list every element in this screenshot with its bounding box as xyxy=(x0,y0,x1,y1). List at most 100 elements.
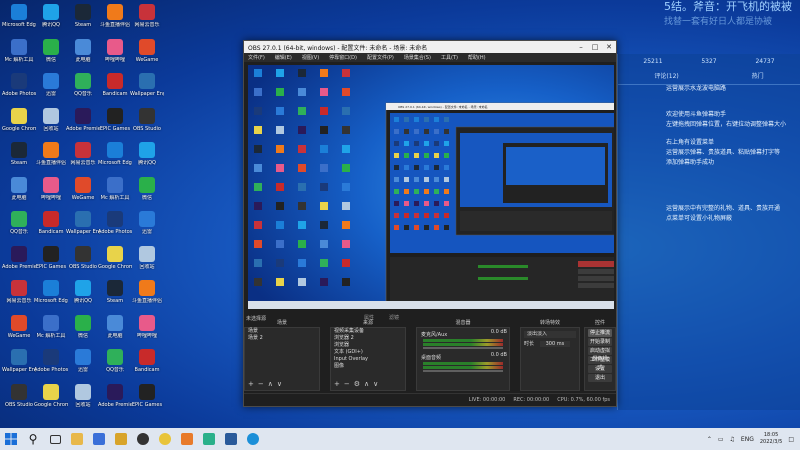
desktop-icon[interactable]: Wallpaper Engine xyxy=(130,73,164,107)
desktop-icon[interactable]: Wallpaper Engine xyxy=(2,349,36,383)
desktop-icon[interactable]: 腾讯QQ xyxy=(130,142,164,176)
desktop-icon[interactable]: 哔哩哔哩 xyxy=(98,38,132,73)
desktop-icon[interactable]: OBS Studio xyxy=(130,107,164,142)
app-icon[interactable] xyxy=(198,428,220,450)
desktop-icon[interactable]: Steam xyxy=(66,4,100,38)
desktop-icon[interactable]: 斗鱼直播伴侣 xyxy=(98,4,132,38)
exit-button[interactable]: 退出 xyxy=(588,374,612,382)
menu-view[interactable]: 视图(V) xyxy=(302,54,319,61)
start-button[interactable] xyxy=(0,428,22,450)
obs-window[interactable]: OBS 27.0.1 (64-bit, windows) - 配置文件: 未命名… xyxy=(243,40,617,407)
desktop-icon[interactable]: EPIC Games xyxy=(98,107,132,142)
studio-mode-button[interactable]: 工作室模式 xyxy=(588,356,612,371)
desktop-icon[interactable]: 此电脑 xyxy=(2,176,36,211)
desktop-icon[interactable]: 微信 xyxy=(34,38,68,73)
desktop-icon[interactable]: Bandicam xyxy=(98,73,132,107)
scene-item[interactable]: 场景 2 xyxy=(245,335,319,342)
menu-tools[interactable]: 工具(T) xyxy=(441,54,458,61)
desktop-icon[interactable]: EPIC Games xyxy=(34,245,68,280)
source-item[interactable]: 浏览器 2 xyxy=(331,335,405,342)
desktop-icon[interactable]: Microsoft Edge xyxy=(98,142,132,176)
menu-edit[interactable]: 编辑(E) xyxy=(275,54,292,61)
desktop-icon[interactable]: 腾讯QQ xyxy=(34,4,68,38)
menu-scene-collection[interactable]: 场景集合(S) xyxy=(404,54,431,61)
desktop-icon[interactable]: QQ音乐 xyxy=(98,349,132,383)
desktop-icon[interactable]: 回收站 xyxy=(66,383,100,418)
desktop-icon[interactable]: 微信 xyxy=(130,176,164,211)
desktop-icon[interactable]: 迅雷 xyxy=(130,211,164,245)
scene-item[interactable]: 场景 xyxy=(245,328,319,335)
desktop-icon[interactable]: OBS Studio xyxy=(66,245,100,280)
desktop-icon[interactable]: Adobe Photoshop xyxy=(98,211,132,245)
source-tools[interactable]: +−⚙∧∨ xyxy=(334,380,382,388)
app-icon[interactable] xyxy=(88,428,110,450)
transition-select[interactable]: 淡出淡入 xyxy=(524,331,576,338)
desktop-icon[interactable]: Steam xyxy=(98,280,132,314)
desktop-icon[interactable]: Microsoft Edge xyxy=(2,4,36,38)
language-indicator[interactable]: ENG xyxy=(741,436,754,443)
source-item[interactable]: 文本 (GDI+) xyxy=(331,349,405,356)
desktop-icon[interactable]: OBS Studio xyxy=(2,383,36,418)
desktop-icon[interactable]: 网易云音乐 xyxy=(66,142,100,176)
file-explorer-icon[interactable] xyxy=(66,428,88,450)
desktop-icon[interactable]: Google Chrome xyxy=(98,245,132,280)
desktop-icon[interactable]: EPIC Games xyxy=(130,383,164,418)
menu-docks[interactable]: 停靠窗口(D) xyxy=(329,54,357,61)
source-item[interactable]: 视频采集设备 xyxy=(331,328,405,335)
close-button[interactable]: ✕ xyxy=(602,43,616,51)
app-icon[interactable] xyxy=(220,428,242,450)
obs-titlebar[interactable]: OBS 27.0.1 (64-bit, windows) - 配置文件: 未命名… xyxy=(244,41,616,53)
desktop-icon[interactable]: QQ音乐 xyxy=(66,73,100,107)
desktop-icon[interactable]: Google Chrome xyxy=(34,383,68,418)
source-item[interactable]: Input Overlay xyxy=(331,356,405,363)
start-recording-button[interactable]: 开始录制 xyxy=(588,338,612,346)
desktop-icon[interactable]: 斗鱼直播伴侣 xyxy=(34,142,68,176)
desktop-icon[interactable]: Microsoft Edge xyxy=(34,280,68,314)
clock[interactable]: 18:05 2022/3/5 xyxy=(760,432,782,446)
volume-icon[interactable]: ♫ xyxy=(730,436,735,443)
desktop-icon[interactable]: Mc 解析工具 xyxy=(98,176,132,211)
obs-taskbar-icon[interactable] xyxy=(132,428,154,450)
desktop-icon[interactable]: QQ音乐 xyxy=(2,211,36,245)
desktop-icon[interactable]: 此电脑 xyxy=(66,38,100,73)
desktop-icon[interactable]: Adobe Premiere xyxy=(2,245,36,280)
obs-preview[interactable]: OBS 27.0.1 (64-bit, windows) - 配置文件: 未命名… xyxy=(248,65,614,309)
desktop-icon[interactable]: WeGame xyxy=(2,314,36,349)
stop-streaming-button[interactable]: 停止推流 xyxy=(588,329,612,337)
desktop-icon[interactable]: Mc 解析工具 xyxy=(34,314,68,349)
desktop-icon[interactable]: 哔哩哔哩 xyxy=(130,314,164,349)
notification-icon[interactable]: □ xyxy=(788,436,794,443)
chevron-up-icon[interactable]: ⌃ xyxy=(707,436,712,443)
desktop-icon[interactable]: 迅雷 xyxy=(66,349,100,383)
search-icon[interactable]: ⚲ xyxy=(22,428,44,450)
desktop-icon[interactable]: 回收站 xyxy=(130,245,164,280)
desktop-icon[interactable]: WeGame xyxy=(66,176,100,211)
desktop-icon[interactable]: Adobe Photoshop xyxy=(2,73,36,107)
desktop-icon[interactable]: 斗鱼直播伴侣 xyxy=(130,280,164,314)
settings-button[interactable]: 设置 xyxy=(588,365,612,373)
desktop-icon[interactable]: Bandicam xyxy=(130,349,164,383)
desktop-icon[interactable]: 迅雷 xyxy=(34,73,68,107)
menu-file[interactable]: 文件(F) xyxy=(248,54,265,61)
virtual-camera-button[interactable]: 启动虚拟摄像机 xyxy=(588,347,612,362)
source-item[interactable]: 浏览器 xyxy=(331,342,405,349)
desktop-icon[interactable]: 腾讯QQ xyxy=(66,280,100,314)
duration-input[interactable]: 300 ms xyxy=(539,341,571,347)
desktop-icon[interactable]: 网易云音乐 xyxy=(130,4,164,38)
source-item[interactable]: 图像 xyxy=(331,363,405,370)
desktop-icon[interactable]: Adobe Premiere xyxy=(66,107,100,142)
desktop-icon[interactable]: Steam xyxy=(2,142,36,176)
desktop-icon[interactable]: Mc 解析工具 xyxy=(2,38,36,73)
desktop-icon[interactable]: Google Chrome xyxy=(2,107,36,142)
chrome-icon[interactable] xyxy=(154,428,176,450)
desktop-icon[interactable]: Adobe Premiere xyxy=(98,383,132,418)
edge-icon[interactable] xyxy=(242,428,264,450)
menu-help[interactable]: 帮助(H) xyxy=(468,54,486,61)
tab-comments[interactable]: 评论(12) xyxy=(654,71,678,80)
maximize-button[interactable]: □ xyxy=(588,43,602,51)
task-view-icon[interactable] xyxy=(44,428,66,450)
desktop-icon[interactable]: 回收站 xyxy=(34,107,68,142)
desktop-icon[interactable]: Bandicam xyxy=(34,211,68,245)
desktop-icon[interactable]: 微信 xyxy=(66,314,100,349)
desktop-icon[interactable]: 网易云音乐 xyxy=(2,280,36,314)
